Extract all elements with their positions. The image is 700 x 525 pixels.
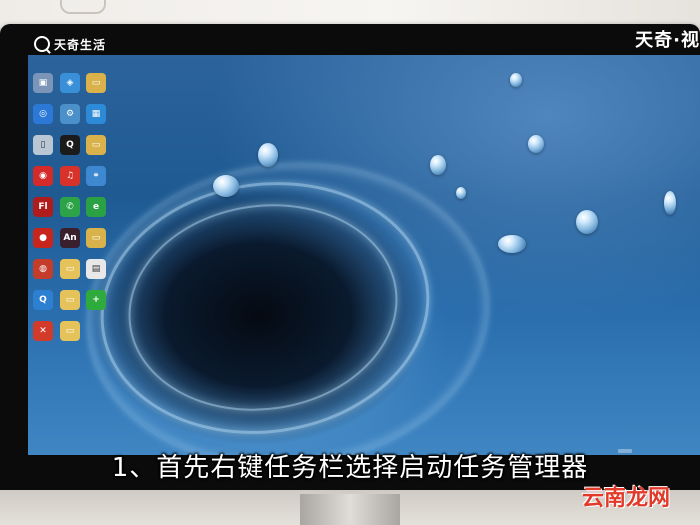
desktop-shortcut[interactable]: ● — [31, 228, 55, 248]
subtitle-caption: 1、首先右键任务栏选择启动任务管理器 — [111, 453, 589, 483]
desktop-shortcut[interactable]: ▭ — [58, 290, 82, 310]
desktop-shortcut[interactable]: ▦ — [84, 104, 108, 124]
desktop-icon-column: ◈ ⚙ Q ♫ ✆ An ▭ ▭ ▭ — [58, 73, 82, 341]
add-icon: + — [86, 290, 106, 310]
water-droplet — [456, 187, 466, 199]
water-droplet — [258, 143, 278, 167]
animate-icon: An — [60, 228, 80, 248]
water-droplet — [528, 135, 544, 153]
desktop-shortcut[interactable]: ▭ — [84, 228, 108, 248]
folder-icon: ▭ — [86, 228, 106, 248]
watermark: 云南龙网 — [581, 486, 670, 511]
water-droplet — [510, 73, 522, 87]
desktop-shortcut[interactable]: An — [58, 228, 82, 248]
browser-icon: ◎ — [33, 104, 53, 124]
folder-icon: ▭ — [60, 259, 80, 279]
desktop-shortcut[interactable]: ✕ — [31, 321, 55, 341]
video-brand: 天奇·视 — [635, 30, 700, 51]
desktop-shortcut[interactable]: ✆ — [58, 197, 82, 217]
desktop-shortcut[interactable]: ▭ — [58, 321, 82, 341]
water-ripple — [73, 144, 503, 455]
desktop-shortcut[interactable]: ▣ — [31, 73, 55, 93]
app-red2-icon: ◍ — [33, 259, 53, 279]
desktop-shortcut — [84, 321, 108, 341]
channel-name: 天奇生活 — [54, 37, 107, 52]
trash-icon: ▯ — [33, 135, 53, 155]
wall-fixture — [60, 0, 106, 14]
water-droplet — [664, 191, 676, 215]
channel-logo: 天奇生活 — [34, 36, 106, 52]
monitor-stand — [300, 494, 400, 525]
desktop-icon-column: ▭ ▦ ▭ ⚭ e ▭ ▤ + — [84, 73, 108, 341]
desktop-shortcut[interactable]: ▤ — [84, 259, 108, 279]
desktop-shortcut[interactable]: ◎ — [31, 104, 55, 124]
water-droplet — [576, 210, 598, 234]
qq-icon: Q — [60, 135, 80, 155]
desktop-shortcut[interactable]: Q — [58, 135, 82, 155]
app-red-icon: ◉ — [33, 166, 53, 186]
water-droplet — [430, 155, 446, 175]
desktop-shortcut[interactable]: ▭ — [84, 135, 108, 155]
desktop-shortcut[interactable]: ♫ — [58, 166, 82, 186]
folder-icon: ▭ — [60, 290, 80, 310]
desktop-shortcut[interactable]: + — [84, 290, 108, 310]
desktop-icon-column: ▣ ◎ ▯ ◉ Fl ● ◍ Q ✕ — [31, 73, 55, 341]
desktop-shortcut[interactable]: Q — [31, 290, 55, 310]
document-icon: ▤ — [86, 259, 106, 279]
water-droplet — [213, 175, 239, 197]
desktop-shortcut[interactable]: ◉ — [31, 166, 55, 186]
desktop-shortcut[interactable]: ◈ — [58, 73, 82, 93]
computer-icon: ▣ — [33, 73, 53, 93]
desktop-shortcut[interactable]: ▭ — [58, 259, 82, 279]
desktop-shortcut[interactable]: ▭ — [84, 73, 108, 93]
desktop-shortcut[interactable]: ▯ — [31, 135, 55, 155]
control-panel-icon: ⚙ — [60, 104, 80, 124]
desktop-shortcut[interactable]: ⚙ — [58, 104, 82, 124]
desktop-screen[interactable]: ▣ ◎ ▯ ◉ Fl ● ◍ Q ✕ ◈ ⚙ Q ♫ ✆ An ▭ ▭ ▭ ▭ ▦ ▭ ⚭ e ▭ ▤ + — [28, 55, 700, 455]
wechat-icon: ✆ — [60, 197, 80, 217]
tiles-icon: ▦ — [86, 104, 106, 124]
xmind-icon: ✕ — [33, 321, 53, 341]
network-icon: ◈ — [60, 73, 80, 93]
folder-icon: ▭ — [86, 135, 106, 155]
folder-icon: ▭ — [86, 73, 106, 93]
desktop-shortcut[interactable]: e — [84, 197, 108, 217]
search-logo-icon — [34, 36, 50, 52]
water-droplet — [498, 235, 526, 253]
flash-icon: Fl — [33, 197, 53, 217]
link-icon: ⚭ — [86, 166, 106, 186]
desktop-shortcut[interactable]: ◍ — [31, 259, 55, 279]
desktop-shortcut[interactable]: ⚭ — [84, 166, 108, 186]
ie-icon: e — [86, 197, 106, 217]
quicktime-icon: Q — [33, 290, 53, 310]
recorder-icon: ● — [33, 228, 53, 248]
folder-icon: ▭ — [60, 321, 80, 341]
music-icon: ♫ — [60, 166, 80, 186]
desktop-shortcut[interactable]: Fl — [31, 197, 55, 217]
